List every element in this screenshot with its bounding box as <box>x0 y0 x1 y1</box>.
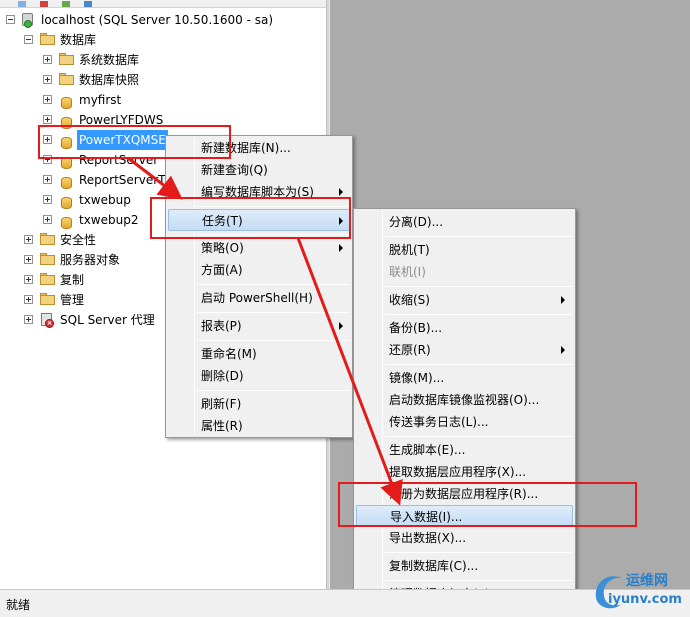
menu-item-take-offline[interactable]: 脱机(T) <box>356 239 573 261</box>
expand-icon[interactable] <box>24 255 33 264</box>
menu-separator <box>197 284 350 285</box>
menu-item-backup[interactable]: 备份(B)... <box>356 317 573 339</box>
menu-item-rename[interactable]: 重命名(M) <box>168 343 350 365</box>
tree-node-label: 数据库 <box>60 33 97 47</box>
expand-icon[interactable] <box>43 75 52 84</box>
expand-icon[interactable] <box>24 315 33 324</box>
menu-separator <box>385 364 573 365</box>
tasks-submenu: 分离(D)... 脱机(T) 联机(I) 收缩(S) 备份(B)... 还原(R… <box>353 208 576 606</box>
toolbar-connect-icon[interactable] <box>18 1 26 7</box>
expand-icon[interactable] <box>24 275 33 284</box>
menu-item-new-query[interactable]: 新建查询(Q) <box>168 159 350 181</box>
submenu-arrow-icon <box>339 322 343 330</box>
folder-icon <box>40 293 56 307</box>
menu-item-generate-scripts[interactable]: 生成脚本(E)... <box>356 439 573 461</box>
annotation-box-database <box>38 125 231 159</box>
tree-node-database[interactable]: myfirst <box>0 90 320 110</box>
menu-separator <box>197 390 350 391</box>
tree-node-label: 复制 <box>60 273 85 287</box>
collapse-icon[interactable] <box>6 15 15 24</box>
menu-item-refresh[interactable]: 刷新(F) <box>168 393 350 415</box>
menu-item-mirror[interactable]: 镜像(M)... <box>356 367 573 389</box>
annotation-box-tasks <box>150 197 351 239</box>
database-icon <box>59 193 75 209</box>
menu-item-facets[interactable]: 方面(A) <box>168 259 350 281</box>
expand-icon[interactable] <box>43 115 52 124</box>
expand-icon[interactable] <box>24 295 33 304</box>
agent-icon: × <box>40 313 56 328</box>
expand-icon[interactable] <box>43 175 52 184</box>
submenu-arrow-icon <box>339 188 343 196</box>
menu-item-start-powershell[interactable]: 启动 PowerShell(H) <box>168 287 350 309</box>
watermark-bottom-text: iyunv.com <box>608 592 682 607</box>
tree-node-label: 安全性 <box>60 233 97 247</box>
menu-separator <box>385 286 573 287</box>
menu-item-bring-online: 联机(I) <box>389 265 426 279</box>
menu-separator <box>385 314 573 315</box>
tree-node-label: 数据库快照 <box>79 73 140 87</box>
tree-node-label: 系统数据库 <box>79 53 140 67</box>
tree-node-server[interactable]: localhost (SQL Server 10.50.1600 - sa) <box>0 10 320 30</box>
submenu-arrow-icon <box>339 244 343 252</box>
database-icon <box>59 173 75 189</box>
menu-item-restore[interactable]: 还原(R) <box>356 339 573 361</box>
menu-item-policies[interactable]: 策略(O) <box>168 237 350 259</box>
menu-item-copy-database[interactable]: 复制数据库(C)... <box>356 555 573 577</box>
menu-item-shrink[interactable]: 收缩(S) <box>356 289 573 311</box>
database-icon <box>59 93 75 109</box>
folder-icon <box>59 53 75 67</box>
tree-node-label: 服务器对象 <box>60 253 121 267</box>
expand-icon[interactable] <box>43 95 52 104</box>
tree-node-label: txwebup <box>79 193 131 207</box>
menu-separator <box>197 312 350 313</box>
toolbar-disconnect-icon[interactable] <box>40 1 48 7</box>
database-icon <box>59 213 75 229</box>
toolbar <box>0 0 330 8</box>
submenu-arrow-icon <box>561 296 565 304</box>
tree-node-label: 管理 <box>60 293 85 307</box>
expand-icon[interactable] <box>24 235 33 244</box>
menu-item-detach[interactable]: 分离(D)... <box>356 211 573 233</box>
tree-node-label: SQL Server 代理 <box>60 313 155 327</box>
menu-separator <box>385 436 573 437</box>
menu-item-export-data[interactable]: 导出数据(X)... <box>356 527 573 549</box>
tree-node-label: txwebup2 <box>79 213 139 227</box>
folder-icon <box>40 33 56 47</box>
menu-item-reports[interactable]: 报表(P) <box>168 315 350 337</box>
watermark: 运维网 iyunv.com <box>588 566 688 614</box>
status-bar: 就绪 <box>0 589 690 617</box>
menu-item-mirror-monitor[interactable]: 启动数据库镜像监视器(O)... <box>356 389 573 411</box>
menu-separator <box>385 580 573 581</box>
server-icon <box>21 13 37 28</box>
tree-node-system-databases[interactable]: 系统数据库 <box>0 50 320 70</box>
tree-node-label: myfirst <box>79 93 122 107</box>
menu-separator <box>197 340 350 341</box>
menu-item-ship-logs[interactable]: 传送事务日志(L)... <box>356 411 573 433</box>
toolbar-filter-icon[interactable] <box>62 1 70 7</box>
tree-node-databases[interactable]: 数据库 <box>0 30 320 50</box>
folder-icon <box>40 253 56 267</box>
menu-item-properties[interactable]: 属性(R) <box>168 415 350 437</box>
annotation-box-import <box>338 482 637 527</box>
folder-icon <box>59 73 75 87</box>
tree-node-label: localhost (SQL Server 10.50.1600 - sa) <box>41 13 274 27</box>
watermark-top-text: 运维网 <box>626 573 668 589</box>
folder-icon <box>40 233 56 247</box>
context-menu: 新建数据库(N)... 新建查询(Q) 编写数据库脚本为(S) 任务(T) 策略… <box>165 135 353 438</box>
menu-item-extract-data-tier[interactable]: 提取数据层应用程序(X)... <box>356 461 573 483</box>
menu-separator <box>385 236 573 237</box>
tree-node-database-snapshots[interactable]: 数据库快照 <box>0 70 320 90</box>
menu-separator <box>385 552 573 553</box>
expand-icon[interactable] <box>43 195 52 204</box>
expand-icon[interactable] <box>43 215 52 224</box>
status-text: 就绪 <box>6 598 31 612</box>
expand-icon[interactable] <box>43 55 52 64</box>
menu-item-delete[interactable]: 删除(D) <box>168 365 350 387</box>
toolbar-refresh-icon[interactable] <box>84 1 92 7</box>
submenu-arrow-icon <box>561 346 565 354</box>
collapse-icon[interactable] <box>24 35 33 44</box>
folder-icon <box>40 273 56 287</box>
tree-node-label: ReportServerT <box>79 173 166 187</box>
